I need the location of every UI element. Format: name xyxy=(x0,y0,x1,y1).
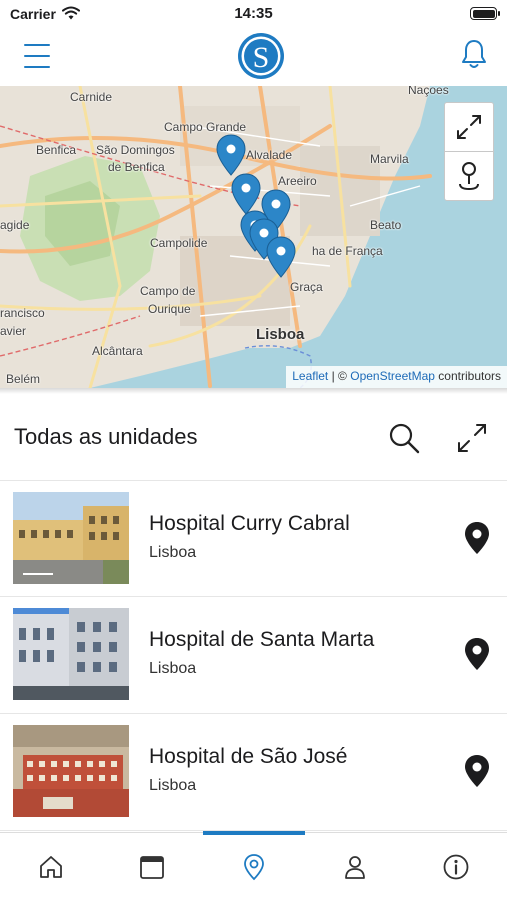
map-marker[interactable] xyxy=(266,236,296,278)
map-label-ourique: Ourique xyxy=(148,302,191,316)
tab-home[interactable] xyxy=(0,833,101,900)
search-icon[interactable] xyxy=(388,422,420,454)
map-view[interactable]: Carnide Campo Grande Naçoes Benfica São … xyxy=(0,86,507,388)
map-label-penha-de-franca: ha de França xyxy=(312,244,383,258)
locate-pin-icon[interactable] xyxy=(444,151,494,201)
map-label-belem: Belém xyxy=(6,372,41,386)
expand-icon[interactable] xyxy=(455,421,489,455)
list-item[interactable]: Hospital Curry Cabral Lisboa xyxy=(0,480,507,597)
hospital-photo xyxy=(13,608,129,700)
map-label-buraca: agide xyxy=(0,218,30,232)
attribution-suffix: contributors xyxy=(438,369,501,383)
map-label-carnide: Carnide xyxy=(70,90,113,104)
tab-location[interactable] xyxy=(203,833,304,900)
hospital-photo xyxy=(13,725,129,817)
home-icon xyxy=(39,856,62,878)
hospital-photo xyxy=(13,492,129,584)
map-label-sao-domingos: São Domingos xyxy=(96,143,175,157)
unit-name: Hospital Curry Cabral xyxy=(149,512,350,535)
tab-calendar[interactable] xyxy=(101,833,202,900)
map-marker[interactable] xyxy=(216,134,246,176)
map-label-lisboa: Lisboa xyxy=(256,326,305,343)
leaflet-link[interactable]: Leaflet xyxy=(292,369,328,383)
list-item[interactable]: Hospital de São José Lisboa xyxy=(0,714,507,831)
map-marker[interactable] xyxy=(231,173,261,215)
unit-list: Hospital Curry Cabral Lisboa Hospital de… xyxy=(0,480,507,831)
map-label-francisco: rancisco xyxy=(0,306,45,320)
unit-name: Hospital de Santa Marta xyxy=(149,628,375,651)
map-label-alcantara: Alcântara xyxy=(92,344,143,358)
list-item[interactable]: Hospital de Santa Marta Lisboa xyxy=(0,597,507,714)
user-icon xyxy=(344,856,365,879)
map-label-areeiro: Areeiro xyxy=(278,174,317,188)
tab-info[interactable] xyxy=(405,833,506,900)
section-title: Todas as unidades xyxy=(14,424,198,449)
app-header: S xyxy=(0,28,507,86)
info-icon xyxy=(443,854,468,880)
unit-name: Hospital de São José xyxy=(149,745,348,768)
location-pin-icon[interactable] xyxy=(463,754,491,788)
logo-letter: S xyxy=(253,41,270,74)
unit-city: Lisboa xyxy=(149,777,197,794)
map-label-campolide: Campolide xyxy=(150,236,208,250)
map-attribution: Leaflet | © OpenStreetMap contributors xyxy=(286,366,507,388)
map-label-alvalade: Alvalade xyxy=(246,148,293,162)
battery-icon xyxy=(470,7,500,20)
unit-city: Lisboa xyxy=(149,544,197,561)
status-time: 14:35 xyxy=(234,5,273,22)
map-divider xyxy=(0,388,507,394)
app-logo: S xyxy=(238,33,284,79)
attribution-separator: | © xyxy=(331,369,347,383)
map-label-graca: Graça xyxy=(290,280,323,294)
map-label-beato: Beato xyxy=(370,218,402,232)
hamburger-icon[interactable] xyxy=(22,42,52,70)
map-label-marvila: Marvila xyxy=(370,152,409,166)
location-pin-icon[interactable] xyxy=(463,521,491,555)
osm-link[interactable]: OpenStreetMap xyxy=(350,369,435,383)
map-label-nacoes: Naçoes xyxy=(408,86,449,97)
fullscreen-icon[interactable] xyxy=(444,102,494,152)
tab-bar xyxy=(0,831,507,900)
status-bar: Carrier 14:35 xyxy=(0,0,507,28)
map-label-xavier: avier xyxy=(0,324,27,338)
map-label-campo-grande: Campo Grande xyxy=(164,120,247,134)
location-icon xyxy=(243,854,264,881)
unit-city: Lisboa xyxy=(149,660,197,677)
map-label-campo-de: Campo de xyxy=(140,284,196,298)
bell-icon[interactable] xyxy=(459,38,489,70)
map-label-de-benfica: de Benfica xyxy=(108,160,165,174)
tab-profile[interactable] xyxy=(304,833,405,900)
location-pin-icon[interactable] xyxy=(463,637,491,671)
map-label-benfica: Benfica xyxy=(36,143,77,157)
calendar-icon xyxy=(139,856,164,879)
